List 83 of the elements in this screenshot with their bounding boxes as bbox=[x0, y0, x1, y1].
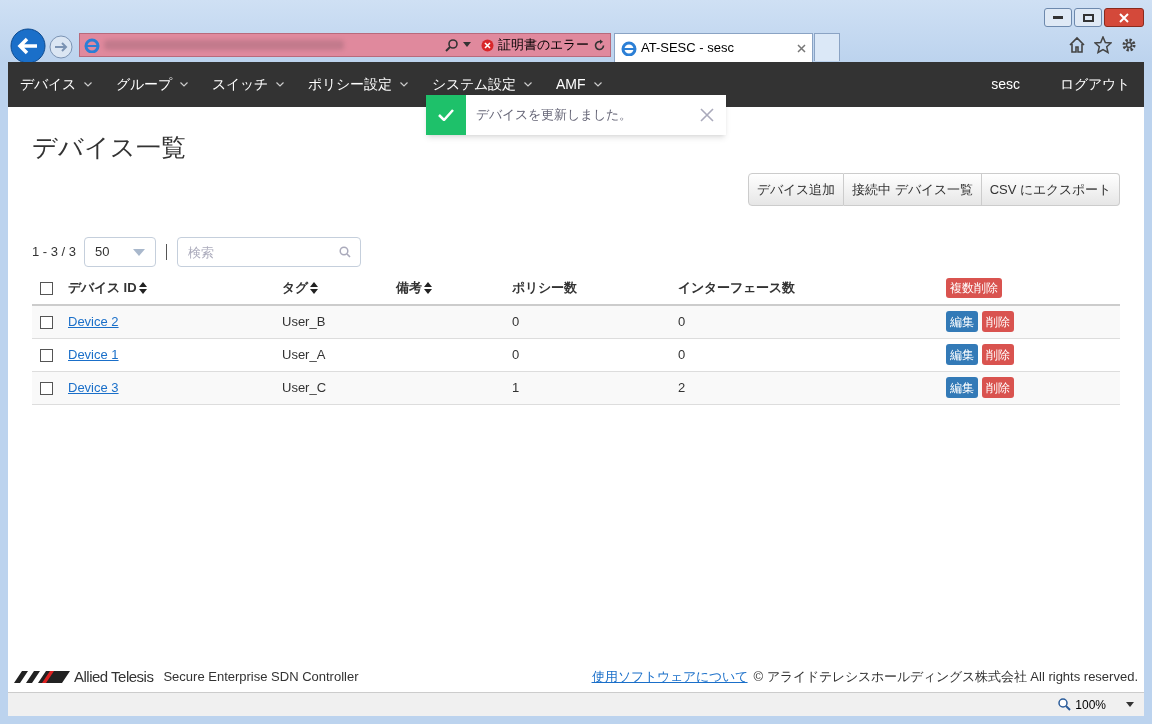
home-icon[interactable] bbox=[1068, 36, 1086, 54]
check-icon bbox=[438, 109, 454, 121]
column-header[interactable]: 備考 bbox=[396, 277, 422, 298]
record-range: 1 - 3 / 3 bbox=[32, 243, 77, 262]
checkbox[interactable] bbox=[40, 316, 53, 330]
chevron-down-icon bbox=[400, 82, 408, 87]
edit-button[interactable]: 編集 bbox=[946, 311, 978, 333]
column-header[interactable]: タグ bbox=[282, 277, 308, 298]
search-icon[interactable] bbox=[445, 38, 459, 52]
checkbox[interactable] bbox=[40, 281, 53, 295]
nav-menu[interactable]: ポリシー設定 bbox=[296, 74, 420, 95]
sort-icon[interactable] bbox=[424, 281, 432, 294]
browser-logo-icon bbox=[621, 40, 637, 56]
user-name[interactable]: sesc bbox=[977, 74, 1034, 95]
logout-link[interactable]: ログアウト bbox=[1046, 74, 1144, 95]
company-logo-icon bbox=[14, 671, 70, 683]
error-icon bbox=[481, 38, 494, 52]
page-title: デバイス一覧 bbox=[32, 132, 187, 163]
checkbox[interactable] bbox=[40, 348, 53, 362]
nav-menu[interactable]: グループ bbox=[104, 74, 200, 95]
separator-line bbox=[166, 244, 168, 260]
sort-icon[interactable] bbox=[310, 281, 318, 294]
checkbox[interactable] bbox=[40, 381, 53, 395]
table-cell: 2 bbox=[678, 379, 686, 395]
delete-button[interactable]: 削除 bbox=[982, 311, 1014, 333]
nav-menu[interactable]: デバイス bbox=[8, 74, 104, 95]
table-cell: 1 bbox=[512, 379, 520, 395]
browser-logo-icon bbox=[84, 37, 100, 53]
bulk-delete-button[interactable]: 複数削除 bbox=[946, 277, 1002, 298]
device-link[interactable]: Device 1 bbox=[68, 346, 119, 362]
chevron-down-icon bbox=[180, 82, 188, 87]
refresh-icon[interactable] bbox=[593, 38, 606, 52]
table-cell: User_B bbox=[282, 314, 326, 329]
table-cell: 0 bbox=[512, 314, 520, 329]
software-link[interactable]: 使用ソフトウェアについて bbox=[591, 667, 748, 687]
device-link[interactable]: Device 2 bbox=[68, 314, 119, 329]
caret-icon[interactable] bbox=[1126, 702, 1134, 707]
address-bar[interactable]: 証明書のエラー bbox=[79, 33, 611, 57]
nav-menu[interactable]: AMF bbox=[544, 74, 614, 95]
back-button[interactable] bbox=[10, 28, 46, 64]
nav-menu[interactable]: システム設定 bbox=[420, 74, 544, 95]
browser-tab[interactable]: AT-SESC - sesc bbox=[614, 33, 813, 62]
search-icon bbox=[339, 246, 352, 258]
minimize-button[interactable] bbox=[1044, 8, 1072, 27]
edit-button[interactable]: 編集 bbox=[946, 344, 978, 365]
column-header: インターフェース数 bbox=[678, 278, 795, 297]
page-size-select[interactable]: 50 bbox=[84, 237, 157, 267]
table-cell: User_A bbox=[282, 346, 326, 362]
settings-icon[interactable] bbox=[1120, 36, 1138, 54]
zoom-level[interactable]: 100% bbox=[1075, 695, 1106, 714]
copyright-text: © アライドテレシスホールディングス株式会社 All rights reserved. bbox=[753, 668, 1138, 687]
table-cell: 0 bbox=[678, 314, 686, 329]
action-button[interactable]: CSV にエクスポート bbox=[981, 173, 1120, 206]
delete-button[interactable]: 削除 bbox=[982, 344, 1014, 365]
device-link[interactable]: Device 3 bbox=[68, 379, 119, 395]
star-icon[interactable] bbox=[1094, 36, 1112, 54]
table-cell: User_C bbox=[282, 379, 327, 395]
zoom-icon bbox=[1058, 698, 1072, 711]
chevron-down-icon bbox=[84, 82, 92, 87]
table-cell: 0 bbox=[512, 346, 520, 362]
brand-name: Allied Telesis bbox=[74, 666, 154, 687]
column-header: ポリシー数 bbox=[512, 278, 577, 297]
edit-button[interactable]: 編集 bbox=[946, 377, 978, 398]
action-button[interactable]: 接続中 デバイス一覧 bbox=[844, 173, 982, 206]
toast-message: デバイスを更新しました。 bbox=[475, 106, 633, 125]
action-button[interactable]: デバイス追加 bbox=[748, 173, 845, 206]
chevron-down-icon bbox=[524, 82, 532, 87]
close-icon bbox=[1119, 12, 1129, 23]
table-cell: 0 bbox=[678, 346, 686, 362]
search-field[interactable]: 検索 bbox=[177, 237, 362, 267]
product-name: Secure Enterprise SDN Controller bbox=[163, 668, 359, 687]
chevron-down-icon bbox=[276, 82, 284, 87]
close-button[interactable] bbox=[1104, 8, 1144, 27]
sort-icon[interactable] bbox=[138, 281, 147, 294]
delete-button[interactable]: 削除 bbox=[982, 377, 1014, 398]
column-header[interactable]: デバイス ID bbox=[68, 277, 137, 298]
caret-icon bbox=[133, 248, 146, 256]
certificate-error-text[interactable]: 証明書のエラー bbox=[498, 35, 589, 55]
chevron-down-icon bbox=[593, 82, 602, 87]
close-icon[interactable] bbox=[797, 43, 806, 53]
maximize-button[interactable] bbox=[1074, 8, 1102, 27]
nav-menu[interactable]: スイッチ bbox=[200, 74, 296, 95]
caret-icon[interactable] bbox=[463, 42, 471, 48]
